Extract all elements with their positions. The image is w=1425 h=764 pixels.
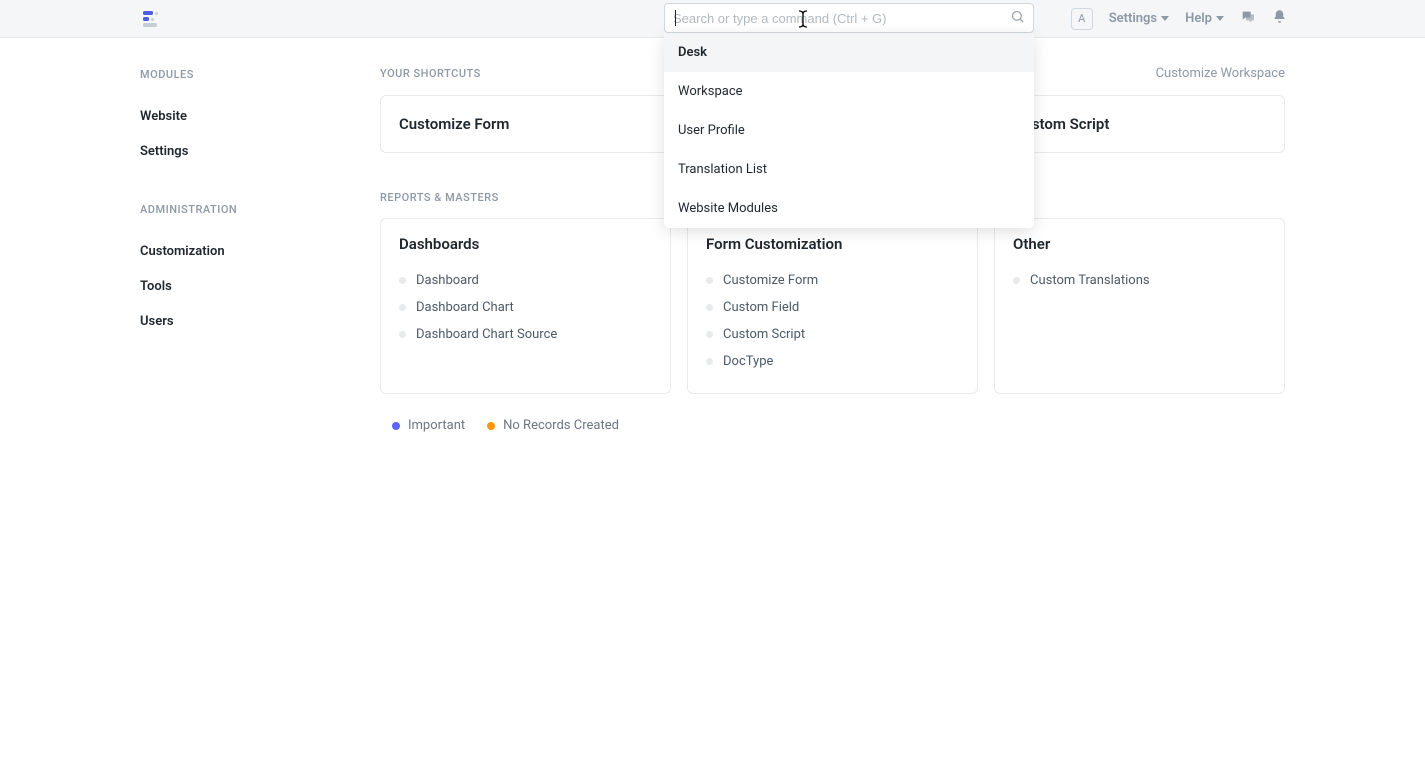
text-caret [675, 10, 676, 26]
sidebar-item-customization[interactable]: Customization [140, 234, 380, 269]
bell-icon[interactable] [1272, 9, 1287, 28]
search-box[interactable] [664, 3, 1034, 33]
app-logo[interactable] [142, 7, 166, 31]
settings-label: Settings [1109, 11, 1157, 26]
cards-row: Dashboards Dashboard Dashboard Chart Das… [380, 218, 1285, 394]
legend: Important No Records Created [380, 414, 1285, 437]
status-dot-icon [399, 304, 406, 311]
chevron-down-icon [1216, 16, 1224, 21]
status-dot-icon [706, 277, 713, 284]
card-item-custom-script[interactable]: Custom Script [706, 321, 959, 348]
customize-workspace-link[interactable]: Customize Workspace [1156, 66, 1285, 81]
legend-item-norecords: No Records Created [487, 418, 619, 433]
card-item-custom-field[interactable]: Custom Field [706, 294, 959, 321]
legend-label: Important [408, 418, 465, 433]
dropdown-item-label: Desk [678, 45, 707, 60]
search-container: Desk Workspace User Profile Translation … [664, 3, 1034, 33]
card-other: Other Custom Translations [994, 218, 1285, 394]
user-initial: A [1078, 12, 1085, 25]
shortcut-label: Customize Form [399, 115, 509, 133]
sidebar-item-label: Customization [140, 244, 225, 259]
card-item-label: Dashboard Chart [416, 300, 514, 315]
navbar: Desk Workspace User Profile Translation … [0, 0, 1425, 38]
dropdown-item-desk[interactable]: Desk [664, 33, 1034, 72]
card-item-custom-translations[interactable]: Custom Translations [1013, 267, 1266, 294]
status-dot-icon [1013, 277, 1020, 284]
card-item-dashboard-chart[interactable]: Dashboard Chart [399, 294, 652, 321]
card-item-label: Custom Translations [1030, 273, 1150, 288]
sidebar-item-settings[interactable]: Settings [140, 134, 380, 169]
user-avatar[interactable]: A [1071, 8, 1093, 30]
dropdown-item-user-profile[interactable]: User Profile [664, 111, 1034, 150]
sidebar-item-website[interactable]: Website [140, 99, 380, 134]
card-title: Dashboards [399, 235, 652, 253]
dropdown-item-label: User Profile [678, 123, 745, 138]
status-dot-icon [706, 304, 713, 311]
shortcut-customize-form[interactable]: Customize Form [380, 95, 670, 153]
card-item-label: Dashboard [416, 273, 479, 288]
card-title: Other [1013, 235, 1266, 253]
sidebar-section-modules: MODULES Website Settings [140, 68, 380, 169]
card-item-dashboard-chart-source[interactable]: Dashboard Chart Source [399, 321, 652, 348]
settings-menu[interactable]: Settings [1109, 11, 1169, 26]
legend-dot-icon [487, 422, 495, 430]
search-icon [1010, 9, 1025, 28]
legend-dot-icon [392, 422, 400, 430]
sidebar-section-administration: ADMINISTRATION Customization Tools Users [140, 203, 380, 339]
dropdown-item-website-modules[interactable]: Website Modules [664, 189, 1034, 228]
help-label: Help [1185, 11, 1212, 26]
navbar-right: A Settings Help [1071, 8, 1287, 30]
card-title: Form Customization [706, 235, 959, 253]
dropdown-item-translation-list[interactable]: Translation List [664, 150, 1034, 189]
card-item-customize-form[interactable]: Customize Form [706, 267, 959, 294]
chat-icon[interactable] [1240, 9, 1256, 29]
sidebar-item-label: Tools [140, 279, 172, 294]
dropdown-item-workspace[interactable]: Workspace [664, 72, 1034, 111]
sidebar-item-tools[interactable]: Tools [140, 269, 380, 304]
card-dashboards: Dashboards Dashboard Dashboard Chart Das… [380, 218, 671, 394]
sidebar-item-label: Website [140, 109, 187, 124]
card-item-label: Custom Script [723, 327, 805, 342]
help-menu[interactable]: Help [1185, 11, 1224, 26]
card-item-label: Dashboard Chart Source [416, 327, 557, 342]
sidebar-section-title: ADMINISTRATION [140, 203, 380, 216]
dropdown-item-label: Workspace [678, 84, 743, 99]
dropdown-item-label: Website Modules [678, 201, 778, 216]
sidebar-item-label: Users [140, 314, 174, 329]
card-item-doctype[interactable]: DocType [706, 348, 959, 375]
legend-item-important: Important [392, 418, 465, 433]
chevron-down-icon [1161, 16, 1169, 21]
card-item-label: Customize Form [723, 273, 818, 288]
status-dot-icon [399, 277, 406, 284]
dropdown-item-label: Translation List [678, 162, 767, 177]
search-dropdown: Desk Workspace User Profile Translation … [664, 33, 1034, 228]
card-item-label: Custom Field [723, 300, 799, 315]
section-title: YOUR SHORTCUTS [380, 67, 481, 80]
status-dot-icon [706, 358, 713, 365]
card-item-label: DocType [723, 354, 773, 369]
search-input[interactable] [673, 11, 1010, 26]
legend-label: No Records Created [503, 418, 619, 433]
customize-link-label: Customize Workspace [1156, 66, 1285, 81]
sidebar-item-users[interactable]: Users [140, 304, 380, 339]
sidebar-section-title: MODULES [140, 68, 380, 81]
card-item-dashboard[interactable]: Dashboard [399, 267, 652, 294]
status-dot-icon [706, 331, 713, 338]
sidebar-item-label: Settings [140, 144, 188, 159]
sidebar: MODULES Website Settings ADMINISTRATION … [140, 38, 380, 437]
status-dot-icon [399, 331, 406, 338]
card-form-customization: Form Customization Customize Form Custom… [687, 218, 978, 394]
